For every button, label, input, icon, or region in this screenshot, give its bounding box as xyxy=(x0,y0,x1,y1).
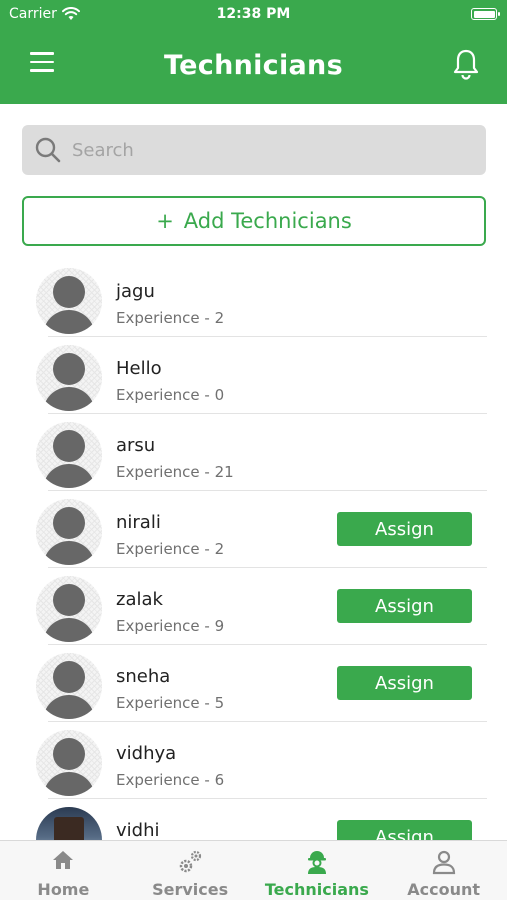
technician-experience: Experience - 2 xyxy=(116,540,225,558)
user-icon xyxy=(432,850,455,875)
status-bar: Carrier 12:38 PM xyxy=(0,0,507,30)
technician-experience: Experience - 5 xyxy=(116,694,225,712)
technician-experience: Experience - 0 xyxy=(116,386,225,404)
list-item[interactable]: Hello Experience - 0 xyxy=(0,337,507,414)
technician-experience: Experience - 2 xyxy=(116,309,225,327)
technician-experience: Experience - 21 xyxy=(116,463,234,481)
list-item[interactable]: vidhya Experience - 6 xyxy=(0,722,507,799)
battery-icon xyxy=(471,8,500,20)
tab-technicians-label: Technicians xyxy=(264,880,369,899)
avatar xyxy=(36,499,102,565)
tab-services[interactable]: Services xyxy=(127,841,254,900)
app-header: Carrier 12:38 PM Technicians xyxy=(0,0,507,104)
search-icon xyxy=(35,137,61,163)
technician-list[interactable]: jagu Experience - 2 Hello Experience - 0… xyxy=(0,256,507,840)
search-input[interactable] xyxy=(72,139,472,161)
list-item[interactable]: sneha Experience - 5 Assign xyxy=(0,645,507,722)
search-bar xyxy=(22,125,486,175)
assign-button[interactable]: Assign xyxy=(337,820,472,840)
add-technicians-label: Add Technicians xyxy=(183,209,352,233)
avatar xyxy=(36,653,102,719)
tab-account-label: Account xyxy=(407,880,481,899)
bell-icon[interactable] xyxy=(451,48,483,82)
tab-technicians[interactable]: Technicians xyxy=(254,841,381,900)
tab-account[interactable]: Account xyxy=(380,841,507,900)
home-icon xyxy=(53,851,74,869)
technician-name: sneha xyxy=(116,666,171,687)
plus-icon: + xyxy=(156,209,174,233)
tab-services-label: Services xyxy=(152,880,229,899)
avatar xyxy=(36,730,102,796)
list-item[interactable]: jagu Experience - 2 xyxy=(0,260,507,337)
technician-name: vidhya xyxy=(116,743,177,764)
assign-button[interactable]: Assign xyxy=(337,666,472,700)
navigation-bar: Technicians xyxy=(0,36,507,96)
add-technicians-button[interactable]: + Add Technicians xyxy=(22,196,486,246)
avatar xyxy=(36,268,102,334)
avatar xyxy=(36,576,102,642)
technician-experience: Experience - 9 xyxy=(116,617,225,635)
technician-experience: Experience - 6 xyxy=(116,771,225,789)
tab-bar: Home Services Technicians Account xyxy=(0,840,507,900)
list-item[interactable]: arsu Experience - 21 xyxy=(0,414,507,491)
avatar-photo xyxy=(36,807,102,840)
page-title: Technicians xyxy=(164,50,343,81)
list-item[interactable]: nirali Experience - 2 Assign xyxy=(0,491,507,568)
technician-name: nirali xyxy=(116,512,161,533)
technician-name: Hello xyxy=(116,358,162,379)
technician-icon xyxy=(307,851,326,874)
avatar xyxy=(36,345,102,411)
tab-home-label: Home xyxy=(37,880,90,899)
technician-name: arsu xyxy=(116,435,156,456)
technician-name: vidhi xyxy=(116,820,160,840)
status-time: 12:38 PM xyxy=(216,6,291,22)
technician-name: zalak xyxy=(116,589,163,610)
avatar xyxy=(36,422,102,488)
assign-button[interactable]: Assign xyxy=(337,589,472,623)
list-item[interactable]: zalak Experience - 9 Assign xyxy=(0,568,507,645)
list-item[interactable]: vidhi Assign xyxy=(0,799,507,840)
technician-name: jagu xyxy=(116,281,155,302)
gears-icon xyxy=(179,850,202,873)
assign-button[interactable]: Assign xyxy=(337,512,472,546)
tab-home[interactable]: Home xyxy=(0,841,127,900)
